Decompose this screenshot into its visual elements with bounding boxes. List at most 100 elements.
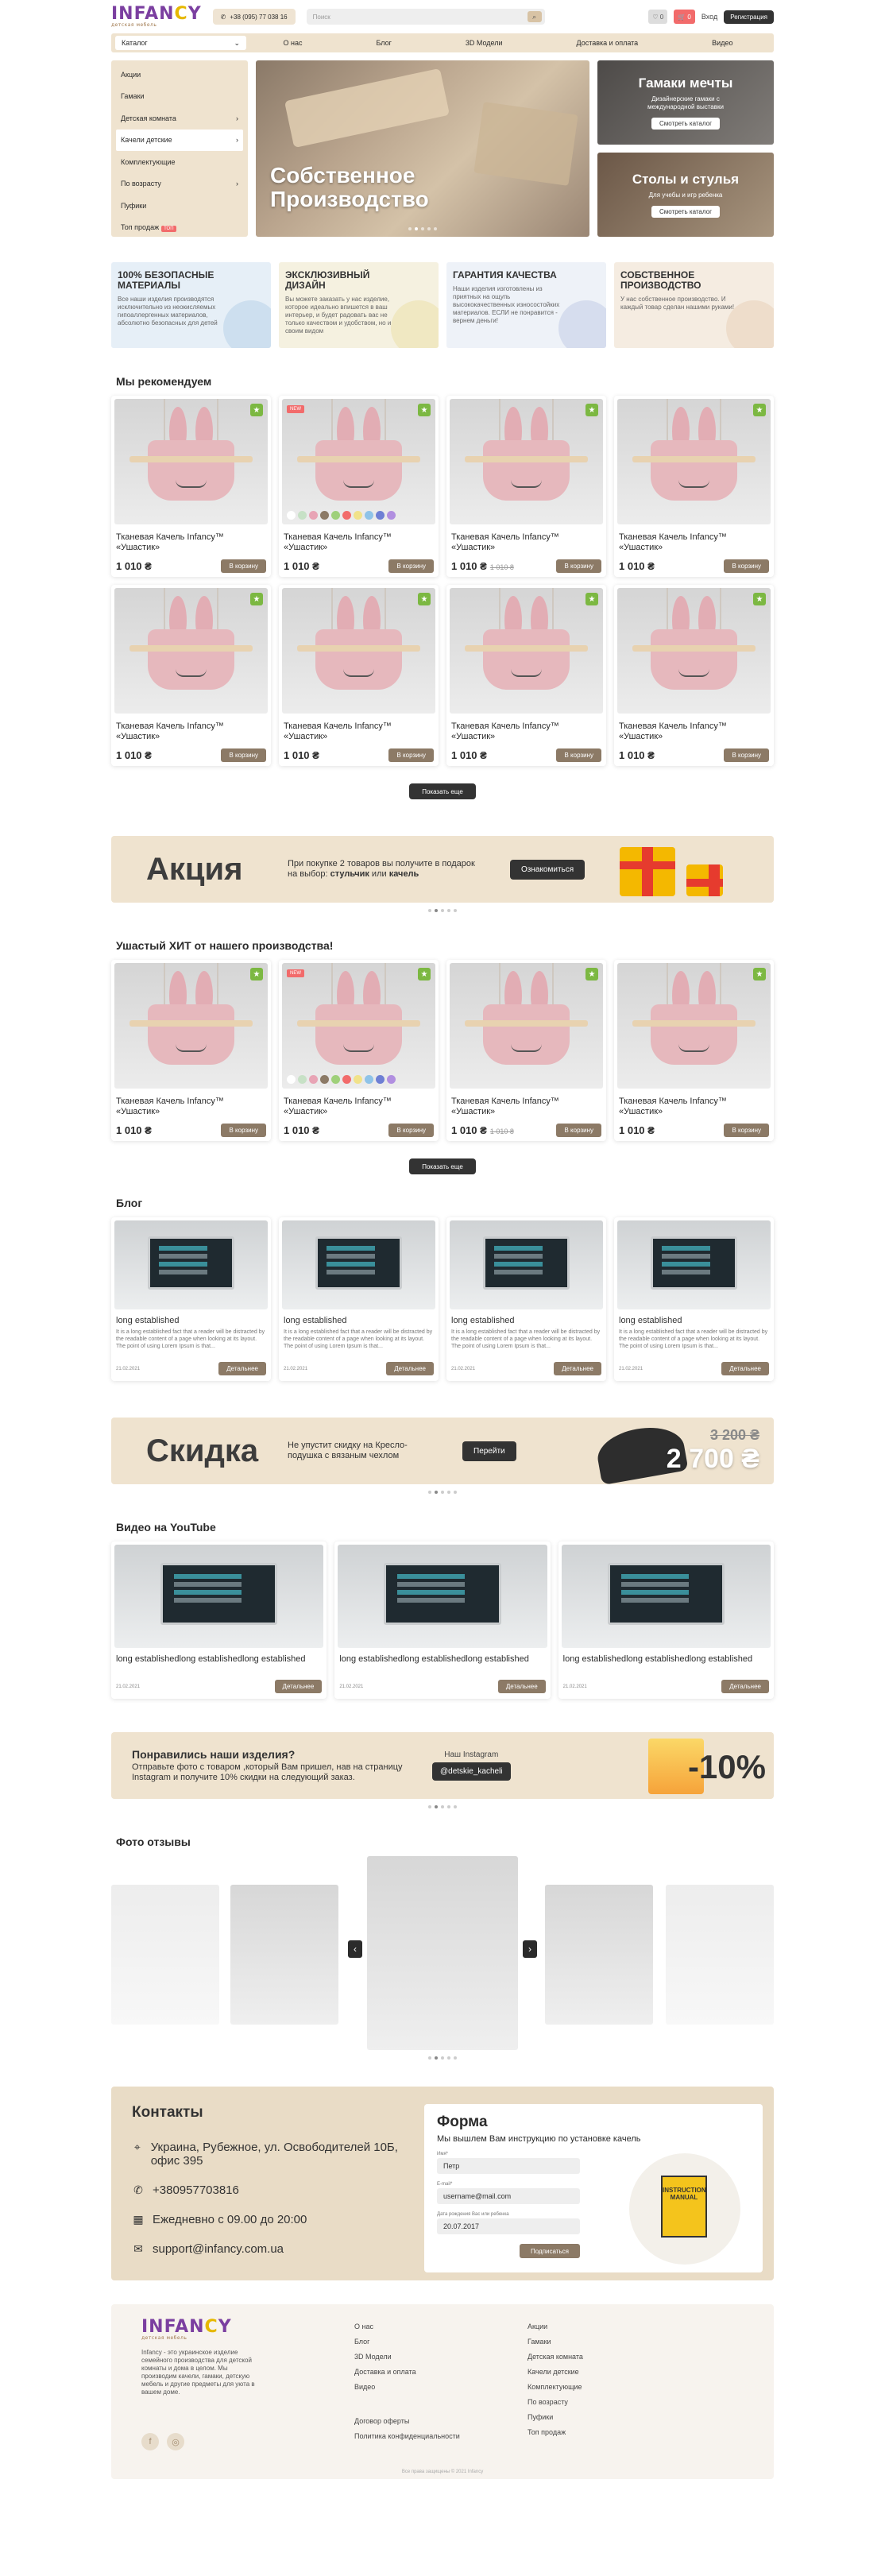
product-name[interactable]: Тканевая Качель Infancy™ «Ушастик» bbox=[116, 1097, 266, 1119]
email-field[interactable]: username@mail.com bbox=[437, 2188, 580, 2204]
promo-tables[interactable]: Столы и стулья Для учебы и игр ребенка С… bbox=[597, 153, 774, 237]
nav-item-blog[interactable]: Блог bbox=[376, 39, 391, 47]
video-title[interactable]: long establishedlong establishedlong est… bbox=[116, 1654, 322, 1675]
sidebar-item-hammocks[interactable]: Гамаки bbox=[111, 86, 248, 108]
instagram-icon[interactable]: ◎ bbox=[167, 2433, 184, 2450]
banner-dot[interactable] bbox=[435, 909, 438, 912]
color-swatch[interactable] bbox=[342, 511, 351, 520]
name-field[interactable]: Петр bbox=[437, 2158, 580, 2174]
register-button[interactable]: Регистрация bbox=[724, 10, 774, 24]
review-photo-active[interactable] bbox=[367, 1856, 518, 2050]
footer-link[interactable]: Топ продаж bbox=[528, 2424, 701, 2439]
blog-card[interactable]: long established It is a long established… bbox=[111, 1217, 271, 1381]
color-swatch[interactable] bbox=[298, 511, 307, 520]
add-to-cart-button[interactable]: В корзину bbox=[221, 1124, 266, 1137]
carousel-dot[interactable] bbox=[428, 2056, 431, 2060]
view-catalog-button[interactable]: Смотреть каталог bbox=[651, 118, 720, 130]
footer-link[interactable]: Гамаки bbox=[528, 2334, 701, 2349]
add-to-cart-button[interactable]: В корзину bbox=[388, 1124, 434, 1137]
slider-dot[interactable] bbox=[434, 227, 437, 230]
color-swatch[interactable] bbox=[365, 511, 373, 520]
promo-hammocks[interactable]: Гамаки мечты Дизайнерские гамаки с между… bbox=[597, 60, 774, 145]
phone-button[interactable]: ✆ +38 (095) 77 038 16 bbox=[212, 9, 296, 25]
color-swatch[interactable] bbox=[354, 1075, 362, 1084]
product-card[interactable]: ★ Тканевая Качель Infancy™ «Ушастик» 1 010… bbox=[614, 396, 774, 577]
dob-field[interactable]: 20.07.2017 bbox=[437, 2218, 580, 2234]
contact-email[interactable]: ✉ support@infancy.com.ua bbox=[132, 2242, 410, 2256]
banner-dot[interactable] bbox=[428, 1805, 431, 1808]
nav-item-delivery[interactable]: Доставка и оплата bbox=[577, 39, 639, 47]
footer-link[interactable]: Акции bbox=[528, 2319, 701, 2334]
product-card[interactable]: ★ Тканевая Качель Infancy™ «Ушастик» 1 010… bbox=[111, 960, 271, 1141]
product-card[interactable]: ★ Тканевая Качель Infancy™ «Ушастик» 1 010… bbox=[614, 960, 774, 1141]
product-image[interactable]: ★ bbox=[617, 588, 771, 714]
favorite-star-icon[interactable]: ★ bbox=[585, 968, 598, 981]
footer-link[interactable]: Блог bbox=[354, 2334, 528, 2349]
favorite-star-icon[interactable]: ★ bbox=[753, 404, 766, 416]
go-button[interactable]: Перейти bbox=[462, 1441, 516, 1461]
sidebar-item-poufs[interactable]: Пуфики bbox=[111, 195, 248, 217]
banner-dot[interactable] bbox=[447, 1491, 450, 1494]
carousel-dot[interactable] bbox=[454, 2056, 457, 2060]
video-title[interactable]: long establishedlong establishedlong est… bbox=[339, 1654, 545, 1675]
favorite-star-icon[interactable]: ★ bbox=[418, 968, 431, 981]
slider-dot[interactable] bbox=[427, 227, 431, 230]
sidebar-item-by-age[interactable]: По возрасту › bbox=[111, 173, 248, 195]
product-image[interactable]: NEW ★ bbox=[282, 963, 435, 1089]
banner-dot[interactable] bbox=[447, 909, 450, 912]
video-card[interactable]: long establishedlong establishedlong est… bbox=[558, 1541, 774, 1699]
color-swatch[interactable] bbox=[298, 1075, 307, 1084]
product-image[interactable]: ★ bbox=[450, 963, 603, 1089]
product-name[interactable]: Тканевая Качель Infancy™ «Ушастик» bbox=[619, 721, 769, 744]
blog-image[interactable] bbox=[617, 1220, 771, 1309]
search-icon[interactable]: ⌕ bbox=[527, 11, 542, 22]
blog-title[interactable]: long established bbox=[116, 1316, 266, 1325]
review-photo[interactable] bbox=[230, 1885, 338, 2025]
details-button[interactable]: Детальнее bbox=[274, 1680, 323, 1693]
product-card[interactable]: NEW ★ Тканевая Качель Infancy™ «Ушастик» 1 … bbox=[279, 396, 439, 577]
color-swatch[interactable] bbox=[331, 1075, 340, 1084]
blog-title[interactable]: long established bbox=[284, 1316, 434, 1325]
instagram-link[interactable]: @detskie_kacheli bbox=[432, 1762, 511, 1781]
color-swatch[interactable] bbox=[376, 511, 385, 520]
sidebar-item-swings[interactable]: Качели детские › bbox=[116, 129, 243, 151]
color-swatch[interactable] bbox=[331, 511, 340, 520]
product-name[interactable]: Тканевая Качель Infancy™ «Ушастик» bbox=[284, 532, 434, 555]
product-card[interactable]: ★ Тканевая Качель Infancy™ «Ушастик» 1 010… bbox=[446, 585, 606, 766]
contact-phone[interactable]: ✆ +380957703816 bbox=[132, 2183, 410, 2197]
add-to-cart-button[interactable]: В корзину bbox=[724, 559, 769, 573]
color-swatch[interactable] bbox=[365, 1075, 373, 1084]
footer-link[interactable]: Пуфики bbox=[528, 2409, 701, 2424]
favorite-star-icon[interactable]: ★ bbox=[753, 968, 766, 981]
video-title[interactable]: long establishedlong establishedlong est… bbox=[563, 1654, 769, 1675]
product-image[interactable]: ★ bbox=[617, 399, 771, 524]
learn-more-button[interactable]: Ознакомиться bbox=[510, 859, 585, 880]
color-swatch[interactable] bbox=[309, 1075, 318, 1084]
review-photo[interactable] bbox=[111, 1885, 219, 2025]
nav-item-video[interactable]: Видео bbox=[712, 39, 732, 47]
favorite-star-icon[interactable]: ★ bbox=[250, 404, 263, 416]
favorite-star-icon[interactable]: ★ bbox=[250, 593, 263, 605]
details-button[interactable]: Детальнее bbox=[721, 1362, 769, 1375]
product-card[interactable]: ★ Тканевая Качель Infancy™ «Ушастик» 1 010… bbox=[614, 585, 774, 766]
product-card[interactable]: ★ Тканевая Качель Infancy™ «Ушастик» 1 010… bbox=[279, 585, 439, 766]
favorite-star-icon[interactable]: ★ bbox=[585, 404, 598, 416]
banner-dots[interactable] bbox=[111, 1491, 774, 1494]
footer-link[interactable]: Качели детские bbox=[528, 2364, 701, 2379]
carousel-dot[interactable] bbox=[447, 2056, 450, 2060]
color-swatch[interactable] bbox=[320, 511, 329, 520]
video-thumbnail[interactable] bbox=[114, 1545, 324, 1648]
product-image[interactable]: ★ bbox=[114, 399, 268, 524]
product-card[interactable]: ★ Тканевая Качель Infancy™ «Ушастик» 1 010… bbox=[111, 585, 271, 766]
banner-dot[interactable] bbox=[454, 1491, 457, 1494]
review-photo[interactable] bbox=[666, 1885, 774, 2025]
blog-image[interactable] bbox=[114, 1220, 268, 1309]
color-swatch[interactable] bbox=[320, 1075, 329, 1084]
cart-button[interactable]: 🛒 0 bbox=[674, 10, 695, 24]
product-image[interactable]: ★ bbox=[450, 588, 603, 714]
banner-dot[interactable] bbox=[428, 1491, 431, 1494]
add-to-cart-button[interactable]: В корзину bbox=[556, 1124, 601, 1137]
add-to-cart-button[interactable]: В корзину bbox=[388, 748, 434, 762]
product-name[interactable]: Тканевая Качель Infancy™ «Ушастик» bbox=[619, 532, 769, 555]
details-button[interactable]: Детальнее bbox=[497, 1680, 546, 1693]
